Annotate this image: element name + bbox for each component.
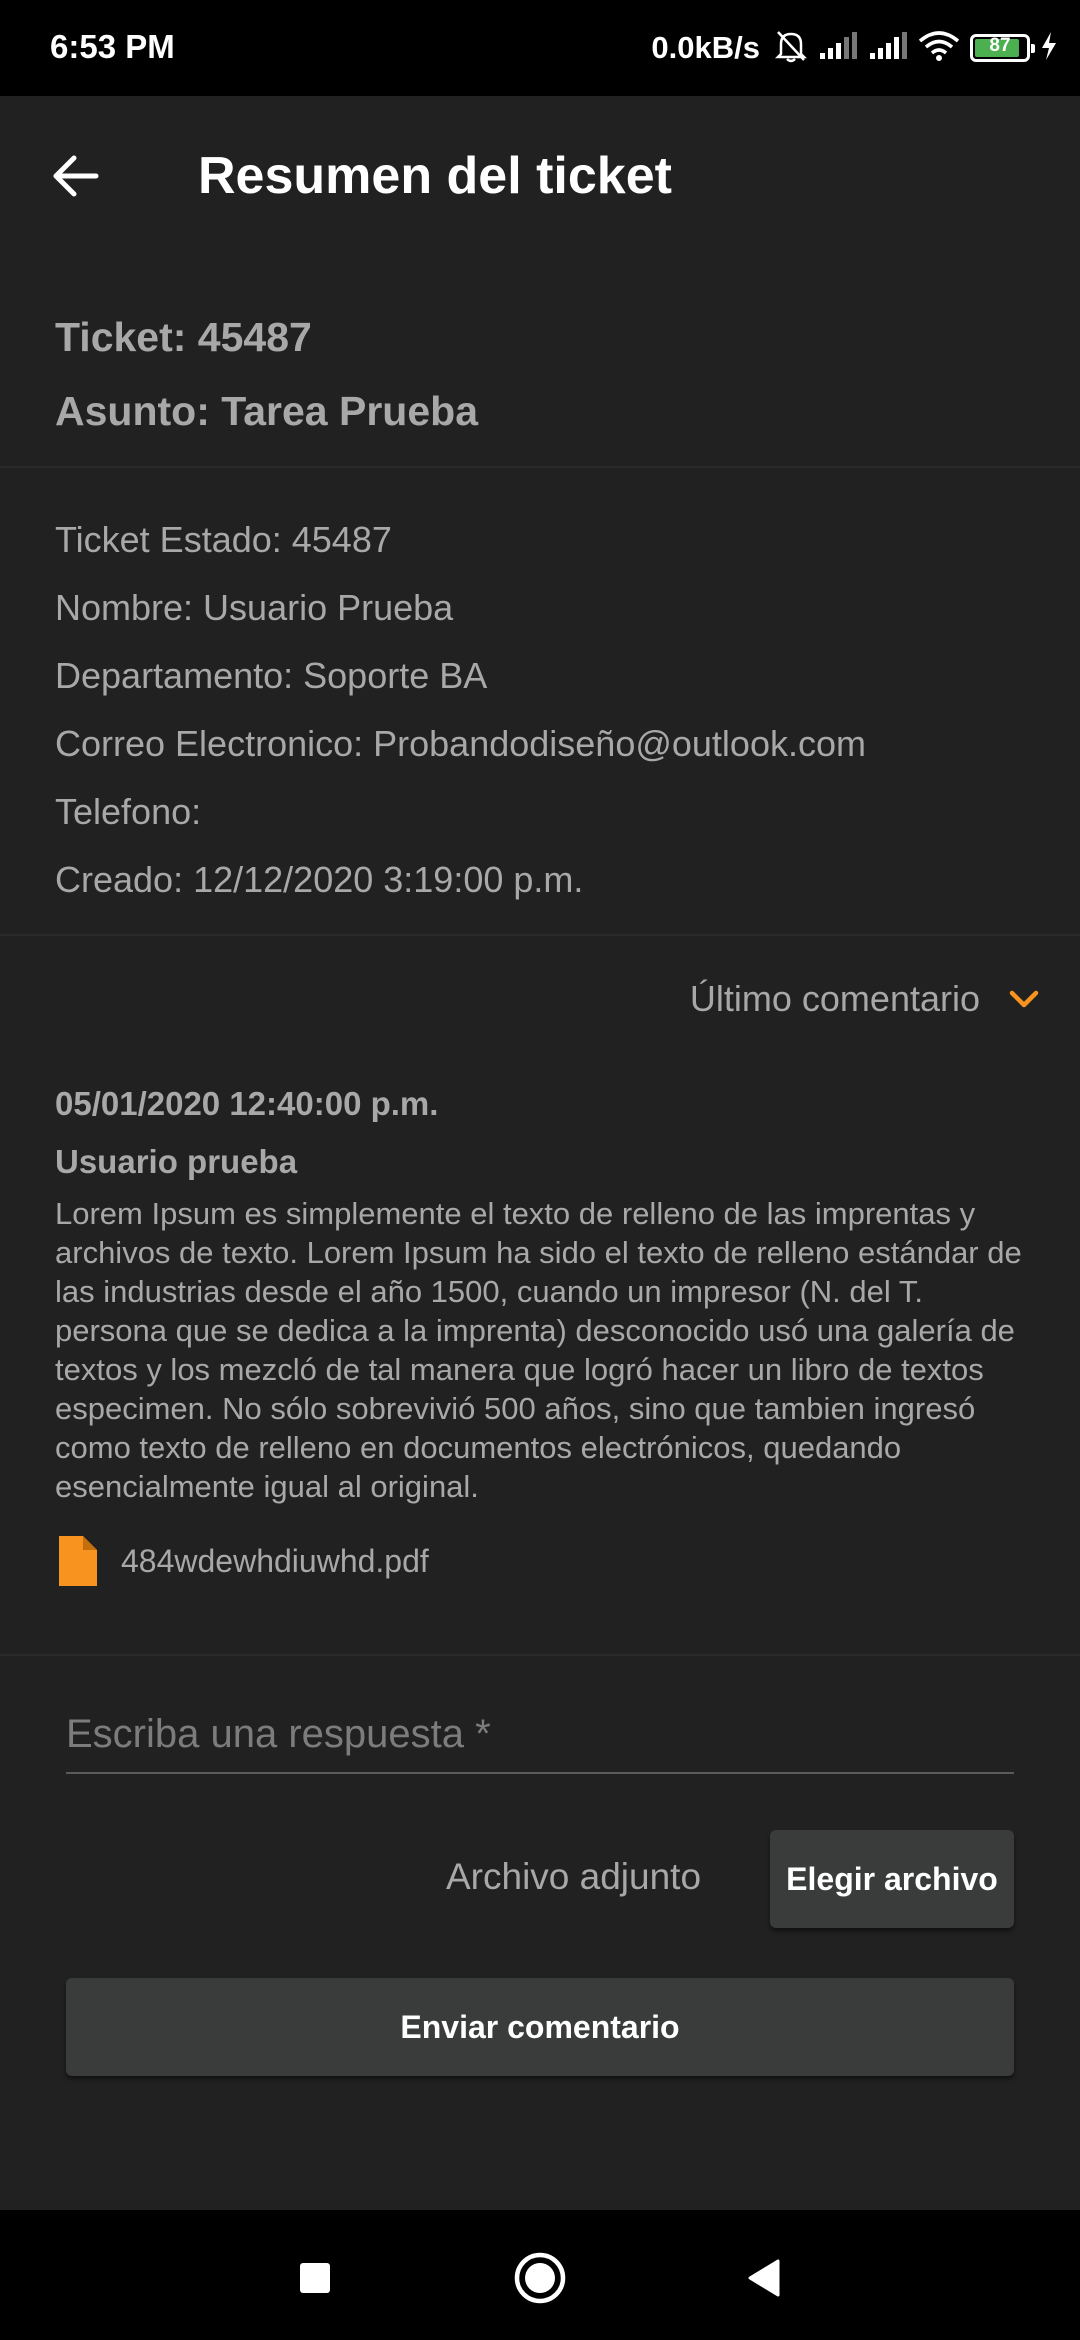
status-icons: 0.0kB/s 87 [651, 26, 1058, 70]
ticket-details: Ticket Estado: 45487 Nombre: Usuario Pru… [55, 506, 866, 914]
app-bar: Resumen del ticket [0, 96, 1080, 256]
department: Departamento: Soporte BA [55, 655, 488, 696]
comment-body: Lorem Ipsum es simplemente el texto de r… [55, 1196, 1022, 1504]
signal-icon [818, 31, 858, 66]
status-bar: 6:53 PM 0.0kB/s 87 [0, 0, 1080, 96]
system-nav-bar [0, 2210, 1080, 2340]
reply-input[interactable] [66, 1696, 1014, 1774]
status-time: 6:53 PM [50, 28, 175, 65]
email: Correo Electronico: Probandodiseño@outlo… [55, 723, 866, 764]
attachment-filename: 484wdewhdiuwhd.pdf [121, 1542, 429, 1579]
last-comment-label: Último comentario [689, 978, 980, 1019]
recents-button[interactable] [287, 2250, 343, 2306]
file-icon [59, 1536, 97, 1586]
back-button[interactable] [40, 140, 112, 212]
back-triangle-icon [748, 2259, 780, 2297]
wifi-icon [918, 30, 960, 67]
last-comment-toggle[interactable]: Último comentario [690, 978, 1040, 1020]
page-title: Resumen del ticket [198, 147, 672, 205]
phone: Telefono: [55, 791, 202, 832]
recents-square-icon [300, 2263, 330, 2293]
choose-file-button[interactable]: Elegir archivo [770, 1830, 1014, 1928]
comment-date: 05/01/2020 12:40:00 p.m. [55, 1085, 439, 1122]
divider [0, 1654, 1080, 1656]
home-circle-icon [514, 2252, 566, 2304]
system-back-button[interactable] [736, 2250, 792, 2306]
chevron-down-icon [1009, 990, 1039, 1008]
battery-icon: 87 [970, 34, 1035, 62]
charging-icon [1040, 31, 1058, 66]
ticket-number: Ticket: 45487 [55, 314, 312, 360]
attachment-label: Archivo adjunto [446, 1856, 702, 1897]
net-speed: 0.0kB/s [651, 30, 760, 65]
send-comment-button[interactable]: Enviar comentario [66, 1978, 1014, 2076]
bell-off-icon [774, 28, 808, 69]
comment-attachment[interactable]: 484wdewhdiuwhd.pdf [55, 1534, 1035, 1588]
comment-author: Usuario prueba [55, 1143, 298, 1180]
divider [0, 934, 1080, 936]
home-button[interactable] [512, 2250, 568, 2306]
ticket-subject: Asunto: Tarea Prueba [55, 388, 478, 434]
user-name: Nombre: Usuario Prueba [55, 587, 454, 628]
ticket-status: Ticket Estado: 45487 [55, 519, 392, 560]
arrow-left-icon [53, 155, 99, 197]
ticket-header: Ticket: 45487 Asunto: Tarea Prueba [55, 300, 478, 448]
signal-icon [868, 31, 908, 66]
created-date: Creado: 12/12/2020 3:19:00 p.m. [55, 859, 584, 900]
divider [0, 466, 1080, 468]
comment: 05/01/2020 12:40:00 p.m. Usuario prueba … [55, 1078, 1035, 1588]
